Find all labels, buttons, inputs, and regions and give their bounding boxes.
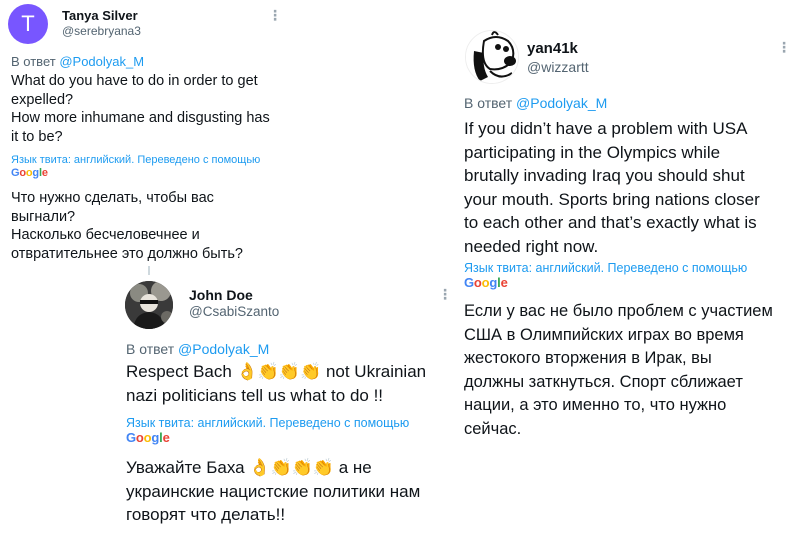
tweet-john-doe: John Doe @CsabiSzanto ⋮ В ответ @Podolya… — [115, 275, 455, 533]
text-line: Насколько бесчеловечнее и — [11, 227, 200, 244]
text-line: to each other and that’s exactly what is — [464, 213, 757, 233]
text-line: Если у вас не было проблем с участием — [464, 302, 773, 320]
more-options-icon[interactable]: ⋮ — [268, 8, 282, 22]
text-line: сейчас. — [464, 419, 522, 438]
author-name[interactable]: yan41k — [527, 40, 578, 57]
google-logo: Google — [464, 275, 508, 290]
text-line: expelled? — [11, 91, 74, 108]
text-line: говорят что делать!! — [126, 505, 286, 524]
author-handle[interactable]: @wizzartt — [527, 59, 589, 75]
tweet-text: Respect Bach 👌👏👏👏 not Ukrainian nazi pol… — [126, 360, 426, 407]
more-options-icon[interactable]: ⋮ — [438, 287, 452, 301]
author-name[interactable]: Tanya Silver — [62, 8, 138, 23]
avatar-letter: T — [21, 11, 35, 36]
text-line: What do you have to do in order to get — [11, 73, 258, 89]
reply-prefix: В ответ — [464, 95, 513, 111]
google-logo: Google — [126, 430, 170, 445]
translated-text: Если у вас не было проблем с участием СШ… — [464, 300, 773, 442]
translation-note-link[interactable]: Язык твита: английский. Переведено с пом… — [126, 416, 409, 430]
text-line: it to be? — [11, 128, 63, 145]
author-handle[interactable]: @serebryana3 — [62, 24, 141, 38]
text-line: Что нужно сделать, чтобы вас — [11, 190, 214, 206]
reply-prefix: В ответ — [126, 341, 175, 357]
reply-mention-link[interactable]: @Podolyak_M — [516, 95, 607, 111]
tweet-yan41k: yan41k @wizzartt ⋮ В ответ @Podolyak_M I… — [455, 28, 800, 458]
text-line: brutally invading Iraq you should shut — [464, 166, 745, 186]
text-line: Respect Bach 👌👏👏👏 not Ukrainian — [126, 362, 427, 381]
reply-prefix: В ответ — [11, 54, 56, 69]
reply-mention-link[interactable]: @Podolyak_M — [59, 54, 144, 69]
text-line: needed right now. — [464, 236, 599, 256]
avatar[interactable] — [125, 281, 173, 329]
text-line: жестокого вторжения в Ирак, вы — [464, 349, 712, 368]
author-handle[interactable]: @CsabiSzanto — [189, 304, 279, 319]
text-line: Уважайте Баха 👌👏👏👏 а не — [126, 458, 372, 477]
reply-context: В ответ @Podolyak_M — [464, 95, 607, 111]
text-line: украинские нацистские политики нам — [126, 481, 421, 501]
text-line: your mouth. Sports bring nations closer — [464, 189, 760, 209]
translated-text: Уважайте Баха 👌👏👏👏 а не украинские нацис… — [126, 456, 420, 527]
text-line: nazi politicians tell us what to do !! — [126, 385, 384, 405]
text-line: нации, а это именно то, что нужно — [464, 396, 727, 415]
avatar[interactable] — [465, 30, 519, 84]
reply-context: В ответ @Podolyak_M — [11, 54, 144, 69]
avatar-photo-icon — [125, 281, 173, 329]
tweet-text: If you didn’t have a problem with USA pa… — [464, 117, 760, 259]
reply-context: В ответ @Podolyak_M — [126, 341, 269, 357]
translated-text: Что нужно сделать, чтобы вас выгнали? На… — [11, 189, 243, 263]
text-line: How more inhumane and disgusting has — [11, 110, 270, 127]
text-line: отвратительнее это должно быть? — [11, 245, 243, 262]
avatar[interactable]: T — [8, 4, 48, 44]
translation-note-link[interactable]: Язык твита: английский. Переведено с пом… — [464, 261, 747, 275]
more-options-icon[interactable]: ⋮ — [777, 40, 791, 54]
translation-note-link[interactable]: Язык твита: английский. Переведено с пом… — [11, 154, 260, 166]
reply-mention-link[interactable]: @Podolyak_M — [178, 341, 269, 357]
author-name[interactable]: John Doe — [189, 287, 253, 303]
text-line: должны заткнуться. Спорт сближает — [464, 372, 743, 391]
dog-cartoon-icon — [466, 31, 518, 83]
tweet-text: What do you have to do in order to get e… — [11, 72, 270, 146]
text-line: If you didn’t have a problem with USA — [464, 119, 748, 138]
text-line: выгнали? — [11, 208, 76, 225]
google-logo: Google — [11, 167, 48, 179]
text-line: participating in the Olympics while — [464, 142, 721, 162]
text-line: США в Олимпийских играх во время — [464, 325, 744, 344]
tweet-tanya-silver: T Tanya Silver @serebryana3 ⋮ В ответ @P… — [0, 0, 290, 270]
